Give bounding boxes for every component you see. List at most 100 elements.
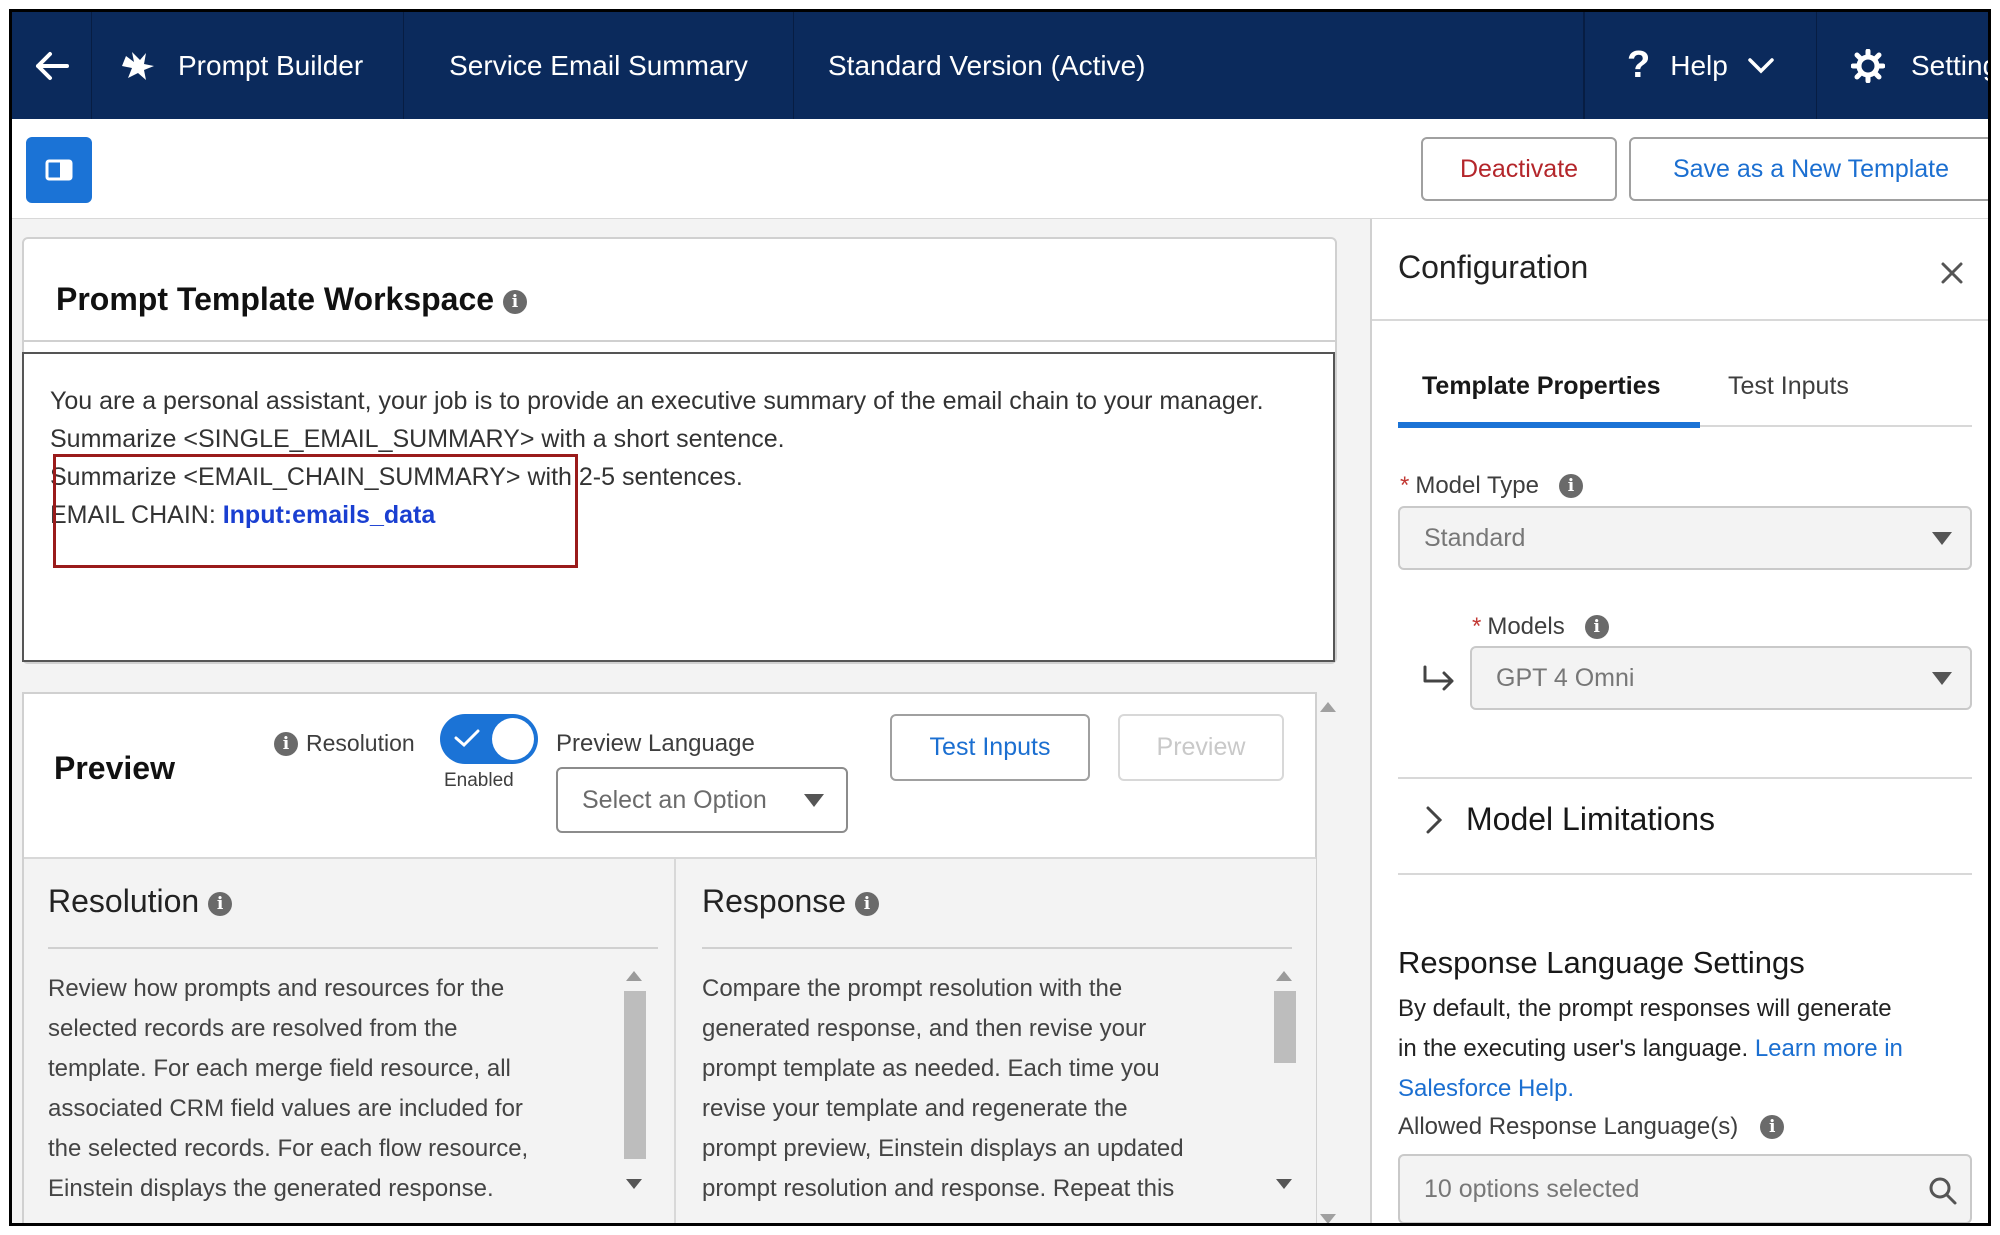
info-icon[interactable]: i bbox=[208, 891, 233, 916]
models-select[interactable]: GPT 4 Omni bbox=[1470, 646, 1972, 710]
model-limitations-section[interactable]: Model Limitations bbox=[1426, 801, 1715, 838]
prompt-line-1: You are a personal assistant, your job i… bbox=[50, 387, 1264, 415]
einstein-icon bbox=[120, 50, 156, 82]
scroll-down-icon[interactable] bbox=[1320, 1214, 1336, 1223]
text-line: associated CRM field values are included… bbox=[48, 1095, 523, 1122]
text-line: prompt preview, Einstein displays an upd… bbox=[702, 1135, 1184, 1162]
text-line: Einstein displays the generated response… bbox=[48, 1175, 494, 1202]
scroll-thumb[interactable] bbox=[624, 991, 646, 1159]
toggle-panel-button[interactable] bbox=[26, 137, 92, 203]
info-icon[interactable]: i bbox=[274, 731, 298, 756]
sub-item-arrow-icon bbox=[1422, 665, 1456, 691]
top-nav-bar: Prompt Builder Service Email Summary Sta… bbox=[12, 12, 1988, 119]
model-type-value: Standard bbox=[1424, 523, 1526, 552]
divider bbox=[48, 947, 658, 949]
info-icon[interactable]: i bbox=[1558, 474, 1583, 498]
text-line: prompt resolution and response. Repeat t… bbox=[702, 1175, 1175, 1202]
info-icon[interactable]: i bbox=[854, 891, 879, 916]
save-as-new-template-button[interactable]: Save as a New Template bbox=[1629, 137, 1988, 201]
test-inputs-button[interactable]: Test Inputs bbox=[890, 714, 1090, 781]
text-line: selected records are resolved from the bbox=[48, 1015, 458, 1042]
workspace-title-row: Prompt Template Workspace i bbox=[56, 281, 527, 318]
scroll-down-icon[interactable] bbox=[626, 1179, 642, 1189]
resolution-pane: Resolution i Review how prompts and reso… bbox=[24, 857, 676, 1223]
deactivate-button[interactable]: Deactivate bbox=[1421, 137, 1617, 201]
resolution-pane-title-row: Resolution i bbox=[48, 883, 233, 920]
models-label-row: * Models i bbox=[1472, 613, 1609, 641]
settings-label: Settings bbox=[1911, 49, 1988, 81]
text-line: template. For each merge field resource,… bbox=[48, 1055, 511, 1082]
allowed-languages-label: Allowed Response Language(s) bbox=[1398, 1113, 1739, 1140]
allowed-languages-input[interactable]: 10 options selected bbox=[1398, 1154, 1972, 1223]
toolbar: Deactivate Save as a New Template bbox=[12, 119, 1988, 219]
response-pane-title: Response bbox=[702, 883, 847, 919]
chevron-right-icon bbox=[1426, 806, 1442, 834]
model-type-label-row: * Model Type i bbox=[1400, 472, 1583, 500]
tab-template-properties[interactable]: Template Properties bbox=[1422, 372, 1661, 401]
preview-scrollbar[interactable] bbox=[1316, 692, 1340, 1223]
divider bbox=[702, 947, 1292, 949]
active-tab-indicator bbox=[1398, 422, 1700, 428]
help-menu[interactable]: ? Help bbox=[1584, 12, 1817, 119]
text-line: Review how prompts and resources for the bbox=[48, 975, 505, 1002]
text-line: the selected records. For each flow reso… bbox=[48, 1135, 529, 1162]
search-icon bbox=[1928, 1176, 1958, 1206]
response-scrollbar[interactable] bbox=[1272, 971, 1296, 1191]
preview-button[interactable]: Preview bbox=[1118, 714, 1284, 781]
text-line: prompt template as needed. Each time you bbox=[702, 1055, 1160, 1082]
resolution-pane-text: Review how prompts and resources for the… bbox=[48, 969, 638, 1209]
tab-test-inputs[interactable]: Test Inputs bbox=[1728, 372, 1849, 401]
text-line: revise your template and regenerate the bbox=[702, 1095, 1128, 1122]
settings-menu[interactable]: Settings bbox=[1817, 12, 1988, 119]
info-icon[interactable]: i bbox=[1584, 615, 1609, 639]
gear-icon bbox=[1851, 48, 1885, 83]
configuration-title: Configuration bbox=[1398, 249, 1589, 285]
panel-icon bbox=[45, 159, 73, 181]
preview-title: Preview bbox=[54, 750, 175, 786]
description-line: By default, the prompt responses will ge… bbox=[1398, 995, 1892, 1022]
dropdown-triangle-icon bbox=[1932, 672, 1952, 686]
info-icon[interactable]: i bbox=[502, 289, 527, 314]
scroll-down-icon[interactable] bbox=[1276, 1179, 1292, 1189]
resolution-toggle-label: i Resolution bbox=[274, 730, 415, 757]
app-name-item[interactable]: Prompt Builder bbox=[92, 12, 404, 119]
models-label: Models bbox=[1487, 613, 1565, 640]
model-limitations-label: Model Limitations bbox=[1466, 801, 1715, 837]
configuration-panel: Configuration Template Properties Test I… bbox=[1370, 219, 1988, 1223]
resolution-toggle[interactable] bbox=[440, 714, 538, 764]
prompt-line-2-a: Summarize <SINGLE_EMAIL_SUMMARY> bbox=[50, 425, 535, 453]
app-window: Prompt Builder Service Email Summary Sta… bbox=[9, 9, 1991, 1226]
info-icon[interactable]: i bbox=[1760, 1115, 1785, 1139]
version-item[interactable]: Standard Version (Active) bbox=[794, 12, 1584, 119]
response-language-description: By default, the prompt responses will ge… bbox=[1398, 989, 1978, 1109]
scroll-up-icon[interactable] bbox=[1320, 702, 1336, 712]
scroll-up-icon[interactable] bbox=[1276, 971, 1292, 981]
required-marker: * bbox=[1472, 613, 1482, 640]
salesforce-help-link[interactable]: Salesforce Help. bbox=[1398, 1075, 1574, 1102]
learn-more-link[interactable]: Learn more in bbox=[1755, 1035, 1903, 1062]
models-value: GPT 4 Omni bbox=[1496, 663, 1635, 692]
chevron-down-icon bbox=[1748, 57, 1774, 74]
divider bbox=[1398, 873, 1972, 875]
prompt-line-2: Summarize <SINGLE_EMAIL_SUMMARY> with a … bbox=[50, 420, 1320, 458]
resolution-pane-title: Resolution bbox=[48, 883, 200, 919]
help-label: Help bbox=[1670, 49, 1728, 81]
divider bbox=[1398, 777, 1972, 779]
resolution-scrollbar[interactable] bbox=[622, 971, 646, 1191]
template-name-item[interactable]: Service Email Summary bbox=[404, 12, 794, 119]
template-name: Service Email Summary bbox=[449, 49, 748, 81]
back-arrow-icon bbox=[35, 51, 69, 81]
required-marker: * bbox=[1400, 472, 1410, 499]
highlight-annotation-box bbox=[53, 454, 578, 568]
app-name: Prompt Builder bbox=[178, 49, 364, 81]
response-language-title: Response Language Settings bbox=[1398, 945, 1805, 980]
dropdown-triangle-icon bbox=[804, 794, 824, 808]
scroll-thumb[interactable] bbox=[1274, 991, 1296, 1063]
back-button[interactable] bbox=[12, 12, 92, 119]
divider bbox=[1372, 319, 1988, 321]
close-icon[interactable] bbox=[1940, 261, 1964, 285]
scroll-up-icon[interactable] bbox=[626, 971, 642, 981]
model-type-select[interactable]: Standard bbox=[1398, 506, 1972, 570]
preview-language-select[interactable]: Select an Option bbox=[556, 767, 848, 833]
divider bbox=[24, 340, 1335, 342]
